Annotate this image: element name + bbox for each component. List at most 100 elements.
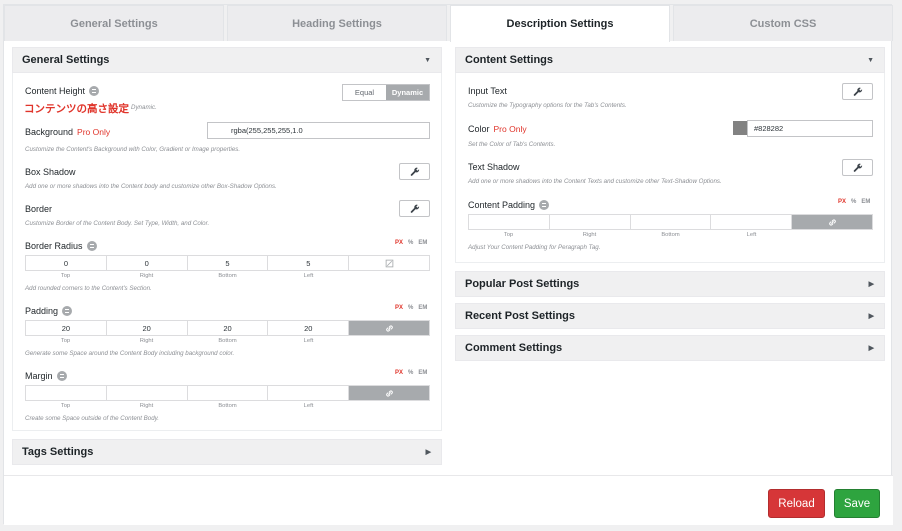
background-desc: Customize the Content's Background with … <box>25 146 241 153</box>
border-radius-right-input[interactable]: 0 <box>107 256 188 270</box>
content-settings-title: Content Settings <box>465 54 553 66</box>
general-settings-header[interactable]: General Settings ▼ <box>12 47 442 73</box>
general-settings-title: General Settings <box>22 54 110 66</box>
content-padding-right-input[interactable] <box>550 215 631 229</box>
link-button[interactable] <box>349 321 429 335</box>
unit-em[interactable]: EM <box>418 370 427 376</box>
background-label: Background Pro Only <box>25 127 111 137</box>
content-settings-header[interactable]: Content Settings ▼ <box>455 47 885 73</box>
help-icon[interactable] <box>89 86 100 96</box>
right-column: Content Settings ▼ Input Text Customize … <box>455 47 885 361</box>
unit-percent[interactable]: % <box>408 240 413 246</box>
side-label-top: Top <box>60 273 71 279</box>
chevron-right-icon: ▶ <box>425 449 431 456</box>
content-height-equal-option[interactable]: Equal <box>343 85 386 100</box>
tab-heading-settings[interactable]: Heading Settings <box>227 5 447 41</box>
unit-percent[interactable]: % <box>408 305 413 311</box>
tab-general-settings[interactable]: General Settings <box>4 5 224 41</box>
box-shadow-wrench-button[interactable] <box>399 163 430 180</box>
link-icon <box>385 389 393 397</box>
link-button[interactable] <box>792 215 872 229</box>
padding-bottom-input[interactable]: 20 <box>188 321 269 335</box>
margin-top-input[interactable] <box>26 386 107 400</box>
background-input[interactable]: rgba(255,255,255,1.0 <box>207 122 430 139</box>
side-label-top: Top <box>503 232 514 238</box>
content-height-desc: Dynamic. <box>131 104 157 111</box>
wrench-icon <box>410 167 419 176</box>
unit-em[interactable]: EM <box>861 199 870 205</box>
tags-settings-title: Tags Settings <box>22 446 94 458</box>
content-padding-top-input[interactable] <box>469 215 550 229</box>
tab-description-settings[interactable]: Description Settings <box>450 5 670 42</box>
chevron-right-icon: ▶ <box>868 281 874 288</box>
left-column: General Settings ▼ Content Height Equal … <box>12 47 442 465</box>
content-padding-control: Top Right Bottom Left <box>468 214 873 238</box>
margin-desc: Create some Space outside of the Content… <box>25 415 160 422</box>
recent-post-settings-header[interactable]: Recent Post Settings ▶ <box>455 303 885 329</box>
help-icon[interactable] <box>86 241 97 251</box>
padding-right-input[interactable]: 20 <box>107 321 188 335</box>
unit-px[interactable]: PX <box>395 305 403 311</box>
side-label-bottom: Bottom <box>661 232 680 238</box>
reload-button[interactable]: Reload <box>768 489 825 518</box>
content-height-label: Content Height <box>25 86 100 96</box>
chevron-right-icon: ▶ <box>868 313 874 320</box>
link-button[interactable] <box>349 386 429 400</box>
border-radius-label: Border Radius <box>25 241 97 251</box>
color-label: Color Pro Only <box>468 124 527 134</box>
content-padding-units: PX % EM <box>838 199 870 205</box>
border-label: Border <box>25 204 53 214</box>
unit-em[interactable]: EM <box>418 305 427 311</box>
input-text-wrench-button[interactable] <box>842 83 873 100</box>
content-padding-bottom-input[interactable] <box>631 215 712 229</box>
wrench-icon <box>853 163 862 172</box>
popular-post-settings-header[interactable]: Popular Post Settings ▶ <box>455 271 885 297</box>
input-text-desc: Customize the Typography options for the… <box>468 102 627 109</box>
border-radius-control: 0 0 5 5 Top Right Bottom Left <box>25 255 430 279</box>
padding-left-input[interactable]: 20 <box>268 321 350 335</box>
tab-custom-css[interactable]: Custom CSS <box>673 5 893 41</box>
chevron-right-icon: ▶ <box>868 345 874 352</box>
margin-right-input[interactable] <box>107 386 188 400</box>
border-wrench-button[interactable] <box>399 200 430 217</box>
unit-percent[interactable]: % <box>851 199 856 205</box>
save-button[interactable]: Save <box>834 489 880 518</box>
text-shadow-label: Text Shadow <box>468 162 520 172</box>
side-label-left: Left <box>303 338 314 344</box>
box-shadow-label: Box Shadow <box>25 167 76 177</box>
unit-em[interactable]: EM <box>418 240 427 246</box>
color-input[interactable]: #828282 <box>747 120 873 137</box>
help-icon[interactable] <box>539 200 550 210</box>
tags-settings-header[interactable]: Tags Settings ▶ <box>12 439 442 465</box>
border-radius-bottom-input[interactable]: 5 <box>188 256 269 270</box>
help-icon[interactable] <box>62 306 73 316</box>
help-icon[interactable] <box>56 371 67 381</box>
side-label-top: Top <box>60 338 71 344</box>
content-height-dynamic-option[interactable]: Dynamic <box>386 85 429 100</box>
unit-px[interactable]: PX <box>838 199 846 205</box>
color-swatch[interactable] <box>733 121 747 135</box>
border-radius-left-input[interactable]: 5 <box>268 256 350 270</box>
settings-frame: General Settings Heading Settings Descri… <box>3 4 893 525</box>
margin-bottom-input[interactable] <box>188 386 269 400</box>
content-padding-left-input[interactable] <box>711 215 793 229</box>
unit-percent[interactable]: % <box>408 370 413 376</box>
comment-settings-header[interactable]: Comment Settings ▶ <box>455 335 885 361</box>
settings-tabs: General Settings Heading Settings Descri… <box>4 5 893 42</box>
border-radius-top-input[interactable]: 0 <box>26 256 107 270</box>
unit-px[interactable]: PX <box>395 240 403 246</box>
popular-post-settings-title: Popular Post Settings <box>465 278 580 290</box>
side-label-right: Right <box>139 273 154 279</box>
content-height-annotation: コンテンツの高さ設定 <box>24 101 129 116</box>
side-label-right: Right <box>582 232 597 238</box>
side-label-top: Top <box>60 403 71 409</box>
pro-only-badge: Pro Only <box>493 124 527 134</box>
chevron-down-icon: ▼ <box>867 56 874 64</box>
text-shadow-wrench-button[interactable] <box>842 159 873 176</box>
padding-top-input[interactable]: 20 <box>26 321 107 335</box>
box-shadow-desc: Add one or more shadows into the Content… <box>25 183 277 190</box>
margin-left-input[interactable] <box>268 386 350 400</box>
unit-px[interactable]: PX <box>395 370 403 376</box>
border-desc: Customize Border of the Content Body. Se… <box>25 220 210 227</box>
unlink-button[interactable] <box>349 256 429 270</box>
